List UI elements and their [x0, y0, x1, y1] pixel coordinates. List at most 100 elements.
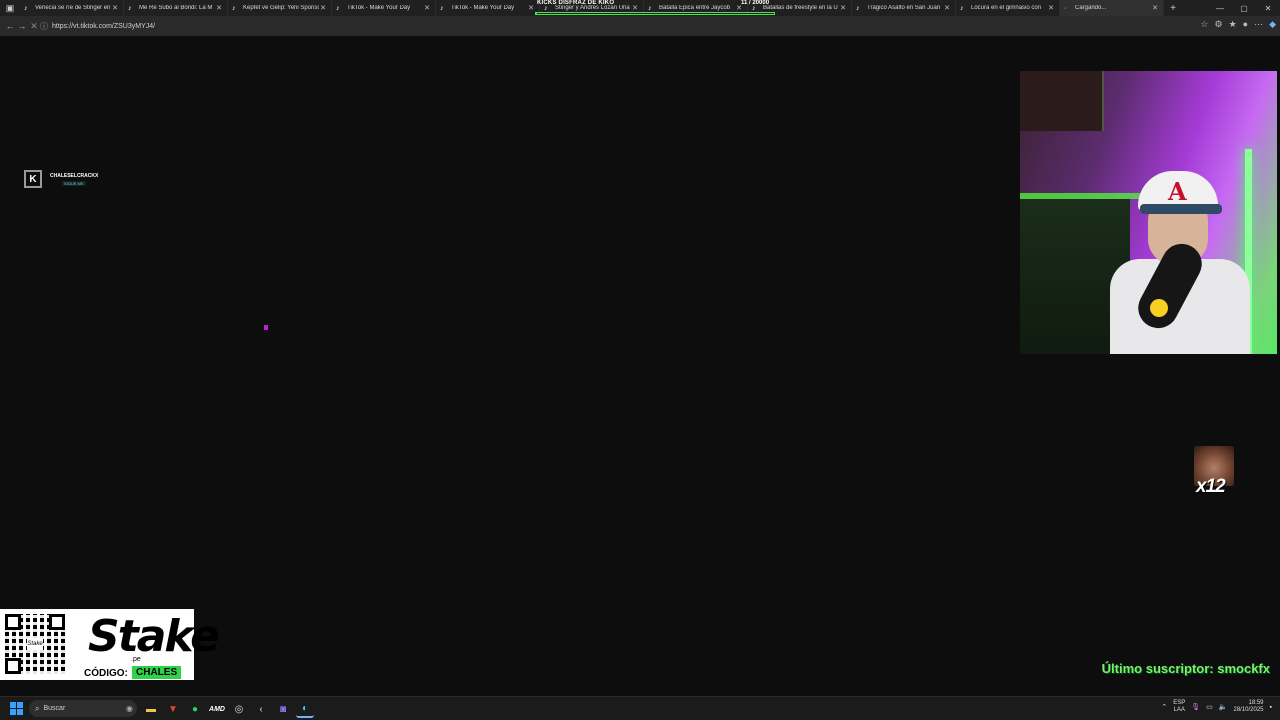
volume-icon[interactable]: 🔈: [1219, 703, 1228, 711]
emote-count: x12: [1196, 476, 1226, 497]
tiktok-icon: ♪: [752, 4, 756, 12]
edge-icon[interactable]: ◐: [296, 700, 314, 718]
tab-close-icon[interactable]: ✕: [215, 4, 223, 12]
browser-tab[interactable]: ♪ Kepfet ve Gelip: Yeni Sponsor ✕: [228, 0, 332, 16]
notifications-icon[interactable]: ▪: [1270, 704, 1272, 711]
spotify-icon[interactable]: ●: [186, 700, 204, 718]
forward-icon[interactable]: →: [16, 21, 28, 31]
tab-actions-menu-icon[interactable]: ▣: [0, 0, 20, 16]
amd-icon[interactable]: AMD: [208, 700, 226, 718]
tab-close-icon[interactable]: ✕: [111, 4, 119, 12]
browser-tab[interactable]: ♪ Me Re Subo al Bondi: La M ✕: [124, 0, 228, 16]
chales-tag: SIGUE ME: [62, 181, 86, 186]
taskbar-apps: ▬ ▼ ● AMD ◎ ‹ ◙ ◐: [142, 700, 314, 718]
tab-title: Kepfet ve Gelip: Yeni Sponsor: [243, 5, 319, 11]
browser-tab[interactable]: ♪ TikTok - Make Your Day ✕: [436, 0, 540, 16]
discord-icon[interactable]: ◙: [274, 700, 292, 718]
tab-title: Locura en el gimnasio con: [971, 5, 1042, 11]
stop-loading-icon[interactable]: ✕: [28, 21, 40, 32]
window-controls: — ▢ ✕: [1208, 0, 1280, 16]
tab-strip: ♪ Venecia se ríe de Stinger en ✕ ♪ Me Re Sub…: [20, 0, 1164, 16]
taskbar: ⌕ Buscar ◉ ▬ ▼ ● AMD ◎ ‹ ◙ ◐ ⌃ ESP LAA 🎙…: [0, 696, 1280, 720]
browser-tab[interactable]: · Cargando... ✕: [1060, 0, 1164, 16]
browser-tab[interactable]: ♪ Trágico Asalto en San Juan ✕: [852, 0, 956, 16]
tiktok-icon: ♪: [440, 4, 444, 12]
kick-app-icon[interactable]: ‹: [252, 700, 270, 718]
lang-line2: LAA: [1173, 707, 1185, 713]
tab-close-icon[interactable]: ✕: [631, 4, 639, 12]
tab-title: Batallas de freestyle en la U: [763, 5, 838, 11]
chales-badge: K CHALESELCRACKX SIGUE ME: [24, 170, 124, 190]
promo-code: CHALES: [132, 666, 182, 679]
loading-icon: ·: [1064, 4, 1067, 12]
obs-icon[interactable]: ◎: [230, 700, 248, 718]
browser-tab[interactable]: ♪ TikTok - Make Your Day ✕: [332, 0, 436, 16]
tiktok-icon: ♪: [856, 4, 860, 12]
tab-title: TikTok - Make Your Day: [347, 5, 411, 11]
qr-finder-1: [5, 614, 21, 630]
url-text[interactable]: https://vt.tiktok.com/ZSU3yMYJ4/: [52, 23, 155, 30]
browser-tab[interactable]: ♪ Batallas de freestyle en la U ✕: [748, 0, 852, 16]
clock[interactable]: 18:59 28/10/2025: [1233, 700, 1263, 714]
close-window-icon[interactable]: ✕: [1256, 0, 1280, 16]
tray-overflow-icon[interactable]: ⌃: [1161, 703, 1167, 711]
browser-tab[interactable]: ♪ Locura en el gimnasio con ✕: [956, 0, 1060, 16]
profile-icon[interactable]: ●: [1243, 19, 1248, 30]
taskbar-search[interactable]: ⌕ Buscar ◉: [29, 700, 137, 717]
new-tab-button[interactable]: +: [1164, 3, 1182, 14]
search-highlight-icon: ◉: [126, 704, 133, 713]
chales-logo-icon: K: [24, 170, 42, 188]
browser-tab[interactable]: ♪ Batalla Épica entre Jaycob ✕: [644, 0, 748, 16]
tab-title: Trágico Asalto en San Juan: [867, 5, 941, 11]
microphone-tray-icon[interactable]: 🎙: [1191, 703, 1200, 711]
stake-logo: Stake: [88, 611, 220, 662]
favorites-icon[interactable]: ★: [1229, 19, 1237, 30]
address-bar[interactable]: ⓘ https://vt.tiktok.com/ZSU3yMYJ4/: [40, 19, 1180, 33]
extensions-icon[interactable]: ⚙: [1214, 19, 1222, 30]
cap-logo-icon: A: [1168, 177, 1187, 206]
streamer: A: [1110, 171, 1250, 354]
windows-start-icon[interactable]: [10, 702, 23, 715]
wall-poster: [1020, 71, 1104, 131]
tab-bar: ▣ ♪ Venecia se ríe de Stinger en ✕ ♪ Me Re S…: [0, 0, 1280, 16]
tab-close-icon[interactable]: ✕: [943, 4, 951, 12]
mouse-cursor-icon: [264, 325, 268, 330]
tiktok-icon: ♪: [24, 4, 28, 12]
promo-code-label: CÓDIGO:: [84, 668, 128, 679]
browser-tab[interactable]: ♪ Stinger y Andres Lozan Una ✕: [540, 0, 644, 16]
site-info-icon[interactable]: ⓘ: [40, 21, 52, 32]
chales-name: CHALESELCRACKX: [50, 173, 99, 179]
tiktok-icon: ♪: [544, 4, 548, 12]
tab-title: Me Re Subo al Bondi: La M: [139, 5, 213, 11]
tab-close-icon[interactable]: ✕: [527, 4, 535, 12]
tab-close-icon[interactable]: ✕: [319, 4, 327, 12]
tab-title: Cargando...: [1075, 5, 1107, 11]
clock-time: 18:59: [1248, 700, 1264, 706]
toolbar-icons: ☆ ⚙ ★ ● ⋯ ◆: [1200, 19, 1276, 30]
tiktok-icon: ♪: [336, 4, 340, 12]
browser-tab[interactable]: ♪ Venecia se ríe de Stinger en ✕: [20, 0, 124, 16]
tab-close-icon[interactable]: ✕: [1047, 4, 1055, 12]
stake-ad: Stake Stake .pe CÓDIGO: CHALES: [0, 609, 220, 680]
copilot-icon[interactable]: ◆: [1269, 19, 1276, 30]
back-icon[interactable]: ←: [4, 21, 16, 31]
brave-browser-icon[interactable]: ▼: [164, 700, 182, 718]
tab-title: TikTok - Make Your Day: [451, 5, 515, 11]
clock-date: 28/10/2025: [1233, 707, 1264, 713]
tab-close-icon[interactable]: ✕: [839, 4, 847, 12]
minimize-icon[interactable]: —: [1208, 0, 1232, 16]
taskbar-search-placeholder: Buscar: [43, 705, 66, 712]
file-explorer-icon[interactable]: ▬: [142, 700, 160, 718]
lang-line1: ESP: [1173, 700, 1186, 706]
tiktok-icon: ♪: [960, 4, 964, 12]
network-icon[interactable]: ▭: [1206, 703, 1213, 711]
tab-close-icon[interactable]: ✕: [1151, 4, 1159, 12]
more-options-icon[interactable]: ⋯: [1254, 19, 1263, 30]
address-bar-row: ← → ✕ ⓘ https://vt.tiktok.com/ZSU3yMYJ4/…: [0, 16, 1280, 36]
favorite-star-icon[interactable]: ☆: [1200, 19, 1208, 30]
language-indicator[interactable]: ESP LAA: [1173, 700, 1185, 714]
tab-close-icon[interactable]: ✕: [735, 4, 743, 12]
tiktok-icon: ♪: [232, 4, 236, 12]
maximize-icon[interactable]: ▢: [1232, 0, 1256, 16]
tab-close-icon[interactable]: ✕: [423, 4, 431, 12]
